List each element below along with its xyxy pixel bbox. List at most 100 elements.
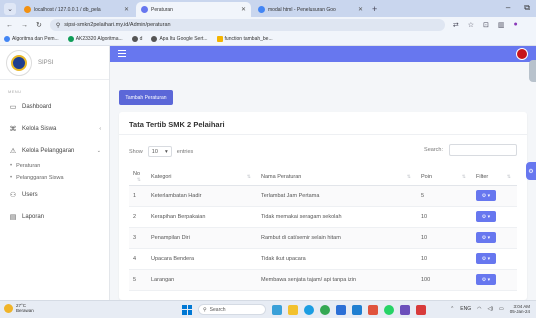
add-peraturan-button[interactable]: Tambah Peraturan: [119, 90, 173, 105]
system-tray: ⌃ ENG ◠ ◁) ▭ 3:04 AM 05-Jan-24: [450, 304, 530, 314]
hamburger-menu-icon[interactable]: [118, 50, 126, 57]
bookmark-item[interactable]: AK23320 Algoritma...: [67, 36, 123, 42]
weather-sun-icon: [4, 303, 13, 313]
cell-nama: Terlambat Jam Pertama: [257, 185, 417, 207]
school-logo: [6, 50, 32, 76]
windows-start-icon[interactable]: [182, 304, 192, 315]
filter-dropdown-button[interactable]: ⚙ ▾: [476, 211, 496, 222]
chevron-down-icon: ⌄: [96, 148, 101, 154]
app-icon[interactable]: [400, 304, 410, 315]
url-text: sipsi-smkn2pelaihari.my.id/Admin/peratur…: [64, 22, 171, 28]
avatar[interactable]: [516, 48, 528, 60]
filter-dropdown-button[interactable]: ⚙ ▾: [476, 190, 496, 201]
new-tab-button[interactable]: +: [372, 4, 377, 14]
restore-button[interactable]: ⧉: [524, 3, 530, 13]
bookmark-item[interactable]: d: [131, 36, 142, 42]
wifi-icon[interactable]: ◠: [477, 306, 481, 312]
bookmark-item[interactable]: function tambah_be...: [216, 36, 273, 42]
column-header-poin[interactable]: Poin ⇅: [417, 170, 472, 186]
column-header-filter[interactable]: Filter ⇅: [472, 170, 517, 186]
cell-kategori: Keterlambatan Hadir: [147, 185, 257, 207]
sidebar-subitem-peraturan[interactable]: • Peraturan: [0, 160, 109, 172]
minimize-button[interactable]: –: [506, 3, 510, 13]
entries-select[interactable]: 10 ▾: [147, 146, 172, 157]
app-navbar: [110, 46, 536, 62]
sidebar-subitem-pelanggaran-siswa[interactable]: • Pelanggaran Siswa: [0, 172, 109, 184]
brand[interactable]: SIPSI: [0, 46, 109, 80]
tab-menu-icon[interactable]: ⌄: [4, 3, 16, 15]
url-field[interactable]: ⚲ sipsi-smkn2pelaihari.my.id/Admin/perat…: [49, 19, 445, 31]
chevron-up-icon[interactable]: ⌃: [450, 306, 454, 312]
edge-icon[interactable]: [304, 304, 314, 315]
taskbar-search[interactable]: ⚲ Search: [198, 304, 266, 315]
forward-icon[interactable]: →: [21, 22, 28, 29]
lang-indicator[interactable]: ENG: [460, 306, 471, 312]
cell-filter: ⚙ ▾: [472, 248, 517, 270]
cell-kategori: Kerapihan Berpakaian: [147, 206, 257, 228]
close-tab-icon[interactable]: ✕: [358, 6, 363, 13]
cell-filter: ⚙ ▾: [472, 206, 517, 228]
sidebar-item-kelola-siswa[interactable]: ⌘ Kelola Siswa ‹: [0, 120, 109, 138]
globe-icon: [131, 36, 138, 42]
monitor-icon: ▭: [9, 104, 17, 111]
store-icon[interactable]: [336, 304, 346, 315]
divider: [119, 134, 527, 135]
cell-no: 5: [129, 269, 147, 291]
widgets-icon[interactable]: [272, 304, 282, 315]
clock[interactable]: 3:04 AM 05-Jan-24: [510, 304, 530, 314]
filter-dropdown-button[interactable]: ⚙ ▾: [476, 232, 496, 243]
sidebar-item-kelola-pelanggaran[interactable]: ⚠ Kelola Pelanggaran ⌄: [0, 142, 109, 160]
sidepanel-icon[interactable]: ▥: [498, 21, 505, 29]
search-input[interactable]: [449, 144, 517, 156]
cell-no: 1: [129, 185, 147, 207]
clock-date: 05-Jan-24: [509, 309, 530, 314]
phpmyadmin-favicon-icon: [24, 6, 31, 13]
bookmark-star-icon[interactable]: ☆: [468, 21, 474, 29]
sidebar-item-dashboard[interactable]: ▭ Dashboard: [0, 98, 109, 116]
file-explorer-icon[interactable]: [288, 304, 298, 315]
warning-icon: ⚠: [9, 148, 17, 155]
cell-kategori: Penampilan Diri: [147, 227, 257, 249]
chrome-icon[interactable]: [320, 304, 330, 315]
vscode-icon[interactable]: [352, 304, 362, 315]
report-icon: ▤: [9, 214, 17, 221]
bookmark-item[interactable]: Algoritma dan Pem...: [4, 36, 59, 42]
browser-tab-google[interactable]: modal html - Penelusuran Goo ✕: [253, 2, 368, 17]
app-icon[interactable]: [368, 304, 378, 315]
whatsapp-icon[interactable]: [384, 304, 394, 315]
site-info-icon[interactable]: ⚲: [56, 22, 60, 29]
volume-icon[interactable]: ◁): [487, 306, 493, 312]
column-header-kategori[interactable]: Kategori ⇅: [147, 170, 257, 186]
close-tab-icon[interactable]: ✕: [124, 6, 129, 13]
translate-icon[interactable]: ⇄: [453, 21, 459, 29]
back-icon[interactable]: ←: [6, 22, 13, 29]
extensions-icon[interactable]: ⊡: [483, 21, 489, 29]
table-row: 2 Kerapihan Berpakaian Tidak memakai ser…: [129, 206, 517, 228]
app-icon[interactable]: [416, 304, 426, 315]
users-icon: ⚇: [9, 192, 17, 199]
battery-icon[interactable]: ▭: [499, 306, 504, 312]
browser-tab-phpmyadmin[interactable]: localhost / 127.0.0.1 / db_pela ✕: [19, 2, 134, 17]
cell-kategori: Upacara Bendera: [147, 248, 257, 270]
filter-dropdown-button[interactable]: ⚙ ▾: [476, 253, 496, 264]
weather-widget[interactable]: 27°C Berawan: [4, 303, 34, 313]
column-header-nama[interactable]: Nama Peraturan ⇅: [257, 170, 417, 186]
reload-icon[interactable]: ↻: [36, 21, 42, 29]
scrollbar[interactable]: [529, 60, 536, 82]
profile-icon[interactable]: ●: [514, 21, 518, 29]
search-icon: ⚲: [203, 306, 207, 313]
bookmark-item[interactable]: Apa Itu Google Sert...: [151, 36, 208, 42]
sort-icon: ⇅: [406, 174, 411, 181]
sidebar-item-users[interactable]: ⚇ Users: [0, 186, 109, 204]
bookmarks-bar: Algoritma dan Pem... AK23320 Algoritma..…: [0, 33, 536, 46]
sidebar-item-laporan[interactable]: ▤ Laporan: [0, 208, 109, 226]
settings-gear-icon[interactable]: ⚙: [526, 162, 536, 180]
close-tab-icon[interactable]: ✕: [241, 6, 246, 13]
column-header-no[interactable]: No ⇅: [129, 170, 147, 186]
browser-tab-peraturan[interactable]: Peraturan ✕: [136, 2, 251, 17]
peraturan-card: Tata Tertib SMK 2 Pelaihari Show 10 ▾ en…: [119, 112, 527, 300]
cell-no: 3: [129, 227, 147, 249]
filter-dropdown-button[interactable]: ⚙ ▾: [476, 274, 496, 285]
sort-icon: ⇅: [246, 174, 251, 181]
sort-icon: ⇅: [461, 174, 466, 181]
